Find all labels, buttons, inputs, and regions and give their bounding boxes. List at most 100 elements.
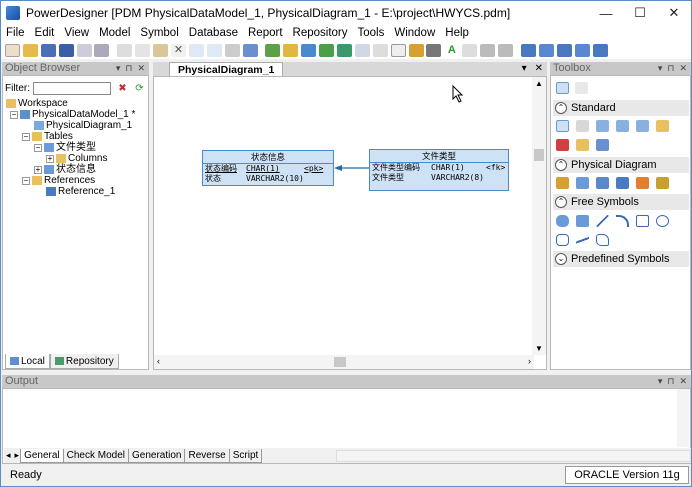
view-tool-icon[interactable] [596,177,609,189]
menu-model[interactable]: Model [94,25,135,41]
undo-icon[interactable] [188,43,204,57]
procedure-tool-icon[interactable] [636,177,649,189]
menu-view[interactable]: View [59,25,94,41]
reverse-icon[interactable] [301,43,317,57]
properties-icon[interactable] [224,43,240,57]
window-icon-4[interactable] [574,43,590,57]
tree-diagram[interactable]: PhysicalDiagram_1 [34,120,132,131]
rounded-rect-tool-icon[interactable] [556,215,569,227]
vertical-scroll-thumb[interactable] [534,149,544,161]
tab-generation[interactable]: Generation [128,448,186,463]
round-rect-outline-tool-icon[interactable] [556,234,569,246]
tree-reference-1[interactable]: Reference_1 [46,186,115,197]
collapse-icon[interactable]: − [34,143,42,152]
zoom-in-icon[interactable] [596,120,609,132]
back-icon[interactable] [480,43,496,57]
pointer-tool-icon[interactable] [556,120,569,132]
collapse-icon[interactable]: − [22,176,30,185]
window-icon-1[interactable] [520,43,536,57]
tree-workspace[interactable]: Workspace [6,98,68,109]
autohide-icon[interactable]: ⊓ [667,375,674,388]
cut-icon[interactable] [117,43,133,57]
shape-icon[interactable] [390,43,406,57]
window-icon-3[interactable] [556,43,572,57]
minimize-button[interactable]: — [589,1,623,25]
align-icon[interactable] [462,43,478,57]
pin-icon[interactable]: ▾ [658,62,663,75]
text-tool-icon[interactable] [576,215,589,227]
tree-tables[interactable]: − Tables [22,131,73,142]
grabber-tool-icon[interactable] [576,120,589,132]
menu-edit[interactable]: Edit [30,25,60,41]
tree-columns[interactable]: + Columns [46,153,107,164]
scroll-up-icon[interactable]: ▲ [535,79,543,88]
collapse-icon[interactable]: − [10,110,18,119]
maximize-button[interactable]: ☐ [623,1,657,25]
check-model-icon[interactable] [265,43,281,57]
print-preview-icon[interactable] [76,43,92,57]
line-tool-icon[interactable] [596,215,609,227]
rectangle-tool-icon[interactable] [636,215,649,227]
close-document-icon[interactable]: ✕ [535,62,543,76]
menu-tools[interactable]: Tools [353,25,390,41]
close-panel-icon[interactable]: ✕ [137,62,145,75]
reference-tool-icon[interactable] [616,177,629,189]
polyline-tool-icon[interactable] [576,234,589,246]
output-horizontal-scrollbar[interactable] [336,449,691,462]
save-all-icon[interactable] [58,43,74,57]
package-tool-icon[interactable] [556,177,569,189]
expand-icon[interactable]: + [46,154,54,163]
find-icon[interactable] [242,43,258,57]
tree-table-filetype[interactable]: − 文件类型 [34,142,96,153]
menu-symbol[interactable]: Symbol [135,25,183,41]
polygon-tool-icon[interactable] [596,234,609,246]
tab-check-model[interactable]: Check Model [62,448,129,463]
redo-icon[interactable] [206,43,222,57]
tab-scroll-left-icon[interactable]: ◂ [4,450,13,461]
window-icon-5[interactable] [592,43,608,57]
tab-repository[interactable]: Repository [49,354,119,369]
menu-repository[interactable]: Repository [288,25,353,41]
section-standard[interactable]: ⌃ Standard [553,100,689,116]
table-tool-icon[interactable] [576,177,589,189]
pin-icon[interactable]: ▾ [116,62,121,75]
filter-input[interactable] [33,81,111,95]
autohide-icon[interactable]: ⊓ [125,62,132,75]
print-icon[interactable] [94,43,110,57]
tab-script[interactable]: Script [228,448,263,463]
save-icon[interactable] [40,43,56,57]
vertical-scrollbar[interactable]: ▲ ▼ [532,77,546,355]
reference-link[interactable] [334,162,370,174]
section-predefined-symbols[interactable]: ⌄ Predefined Symbols [553,251,689,267]
section-physical-diagram[interactable]: ⌃ Physical Diagram [553,157,689,173]
scroll-down-icon[interactable]: ▼ [535,344,543,353]
collapse-icon[interactable]: − [22,132,30,141]
menu-window[interactable]: Window [389,25,440,41]
pin-icon[interactable]: ▾ [658,375,663,388]
new-icon[interactable] [5,43,20,57]
horizontal-scroll-thumb[interactable] [334,357,346,367]
font-color-icon[interactable]: A [444,43,460,57]
ellipse-tool-icon[interactable] [656,215,669,227]
output-vertical-scrollbar[interactable] [677,389,689,447]
link-tool-icon[interactable] [596,139,609,151]
grid-view-icon[interactable] [556,82,569,94]
window-icon-2[interactable] [538,43,554,57]
tree-references[interactable]: − References [22,175,95,186]
scroll-left-icon[interactable]: ‹ [157,356,160,366]
generate-icon[interactable] [283,43,299,57]
menu-report[interactable]: Report [243,25,288,41]
open-icon[interactable] [22,43,38,57]
merge-icon[interactable] [337,43,353,57]
menu-help[interactable]: Help [440,25,474,41]
tab-local[interactable]: Local [5,354,50,369]
expand-icon[interactable]: + [34,165,42,174]
tab-list-icon[interactable]: ▾ [522,62,527,76]
tree-table-status[interactable]: + 状态信息 [34,164,96,175]
list-view-icon[interactable] [575,82,588,94]
fill-icon[interactable] [426,43,442,57]
copy-icon[interactable] [135,43,151,57]
close-panel-icon[interactable]: ✕ [679,375,687,388]
open-diagram-icon[interactable] [636,120,649,132]
tree-model[interactable]: − PhysicalDataModel_1 * [10,109,135,120]
